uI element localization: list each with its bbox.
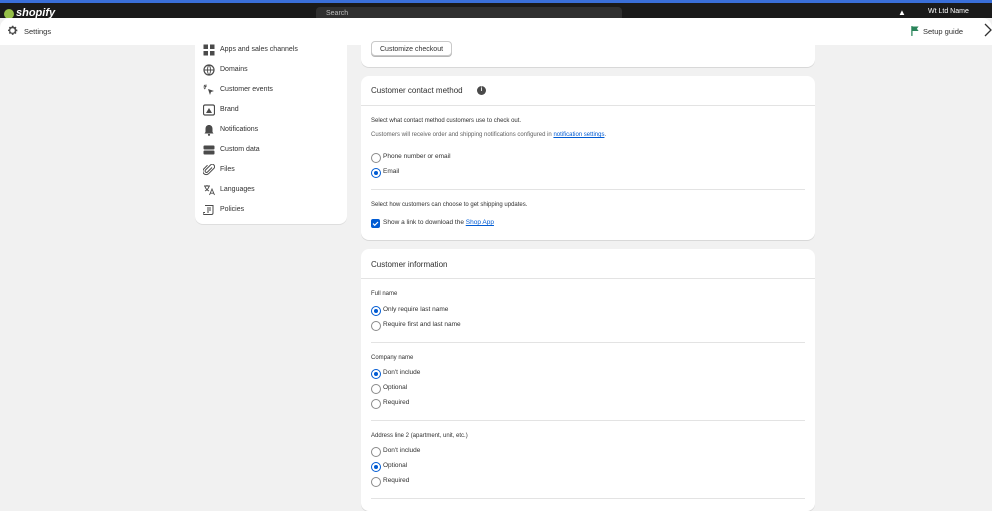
radio-label[interactable]: Only require last name [383,306,448,313]
notification-text: Customers will receive order and shippin… [371,132,554,138]
shop-app-text: Show a link to download the [383,219,466,226]
radio-circle[interactable] [371,462,381,472]
customer-information-card: Customer information Full name Only requ… [361,249,815,511]
card-title: Customer contact method [371,86,463,95]
sidebar-item-label: Domains [220,66,248,73]
store-name[interactable]: Wt Ltd Name [928,8,969,15]
sidebar-item-policies[interactable]: Policies [203,202,343,218]
radio-circle[interactable] [371,384,381,394]
sidebar-item-custom-data[interactable]: Custom data [203,142,343,158]
sidebar-item-notifications[interactable]: Notifications [203,122,343,138]
gear-icon [8,25,18,35]
shopify-logo-icon [4,9,14,18]
database-icon [203,145,215,155]
notification-suffix: . [604,132,607,138]
sidebar-item-domains[interactable]: Domains [203,62,343,78]
radio-company-required[interactable] [371,397,381,411]
full-name-label: Full name [371,291,398,297]
page-title: Settings [24,27,52,36]
sidebar-item-label: Files [220,166,235,173]
radio-company-dont-include[interactable] [371,367,381,381]
radio-phone-or-email[interactable] [371,151,381,165]
chevron-right-icon[interactable] [983,23,992,37]
radio-only-last-name[interactable] [371,304,381,318]
radio-label[interactable]: Required [383,477,409,484]
radio-label[interactable]: Required [383,399,409,406]
paperclip-icon [203,164,215,176]
global-search[interactable]: Search [316,7,622,18]
address-line-2-label: Address line 2 (apartment, unit, etc.) [371,433,468,439]
sidebar-item-label: Apps and sales channels [220,46,298,53]
sidebar-item-label: Languages [220,186,255,193]
contact-method-description: Select what contact method customers use… [371,118,522,124]
sidebar-item-apps[interactable]: Apps and sales channels [203,42,343,58]
shop-app-link[interactable]: Shop App [466,219,494,226]
sidebar-item-brand[interactable]: Brand [203,102,343,118]
radio-circle[interactable] [371,321,381,331]
sidebar-item-files[interactable]: Files [203,162,343,178]
sidebar-item-customer-events[interactable]: Customer events [203,82,343,98]
brand-icon [203,104,215,116]
shop-app-label: Show a link to download the Shop App [383,219,494,226]
sidebar-item-label: Notifications [220,126,259,133]
radio-circle[interactable] [371,399,381,409]
policy-icon [203,205,214,215]
notification-bell-icon[interactable]: ▲ [898,8,906,17]
flag-icon [911,26,919,36]
card-divider [361,105,815,106]
customer-contact-card: Customer contact method i Select what co… [361,76,815,240]
radio-circle[interactable] [371,447,381,457]
radio-label[interactable]: Require first and last name [383,321,461,328]
radio-address-required[interactable] [371,475,381,489]
section-divider [371,420,805,421]
section-divider [371,342,805,343]
apps-icon [203,44,215,56]
radio-circle[interactable] [371,168,381,178]
notification-settings-link[interactable]: notification settings [553,132,604,138]
cursor-sparkle-icon [203,84,214,95]
globe-icon [203,64,215,76]
sidebar-item-label: Customer events [220,86,273,93]
section-divider [371,498,805,499]
checkout-card: Customize checkout [361,36,815,67]
radio-label[interactable]: Email [383,168,399,175]
setup-guide-button[interactable]: Setup guide [923,27,963,36]
radio-circle[interactable] [371,369,381,379]
company-name-label: Company name [371,355,414,361]
sidebar-item-label: Custom data [220,146,260,153]
top-accent-stripe [0,0,992,3]
customize-checkout-button[interactable]: Customize checkout [371,41,453,56]
sidebar-item-label: Brand [220,106,239,113]
notification-description: Customers will receive order and shippin… [371,132,606,138]
radio-circle[interactable] [371,153,381,163]
radio-label[interactable]: Optional [383,384,407,391]
sidebar-item-label: Policies [220,206,245,213]
translate-icon [204,185,215,196]
radio-label[interactable]: Don't include [383,369,420,376]
section-divider [371,189,805,190]
card-divider [361,278,815,279]
radio-circle[interactable] [371,477,381,487]
settings-sidebar: Apps and sales channels Domains Customer… [195,36,347,224]
radio-address-optional[interactable] [371,460,381,474]
radio-label[interactable]: Phone number or email [383,153,451,160]
top-app-bar: shopify Search ▲ Wt Ltd Name [0,0,992,18]
card-title: Customer information [371,260,448,269]
shipping-updates-description: Select how customers can choose to get s… [371,202,528,208]
radio-address-dont-include[interactable] [371,445,381,459]
radio-company-optional[interactable] [371,382,381,396]
radio-email[interactable] [371,166,381,180]
radio-circle[interactable] [371,306,381,316]
shopify-logo[interactable]: shopify [16,7,55,18]
sidebar-item-languages[interactable]: Languages [203,182,343,198]
shop-app-checkbox[interactable] [371,219,380,228]
info-icon[interactable]: i [477,86,486,95]
radio-label[interactable]: Optional [383,462,407,469]
checkmark-icon [372,221,379,227]
bell-icon [204,125,214,136]
radio-first-and-last-name[interactable] [371,319,381,333]
search-placeholder: Search [326,10,349,17]
radio-label[interactable]: Don't include [383,447,420,454]
